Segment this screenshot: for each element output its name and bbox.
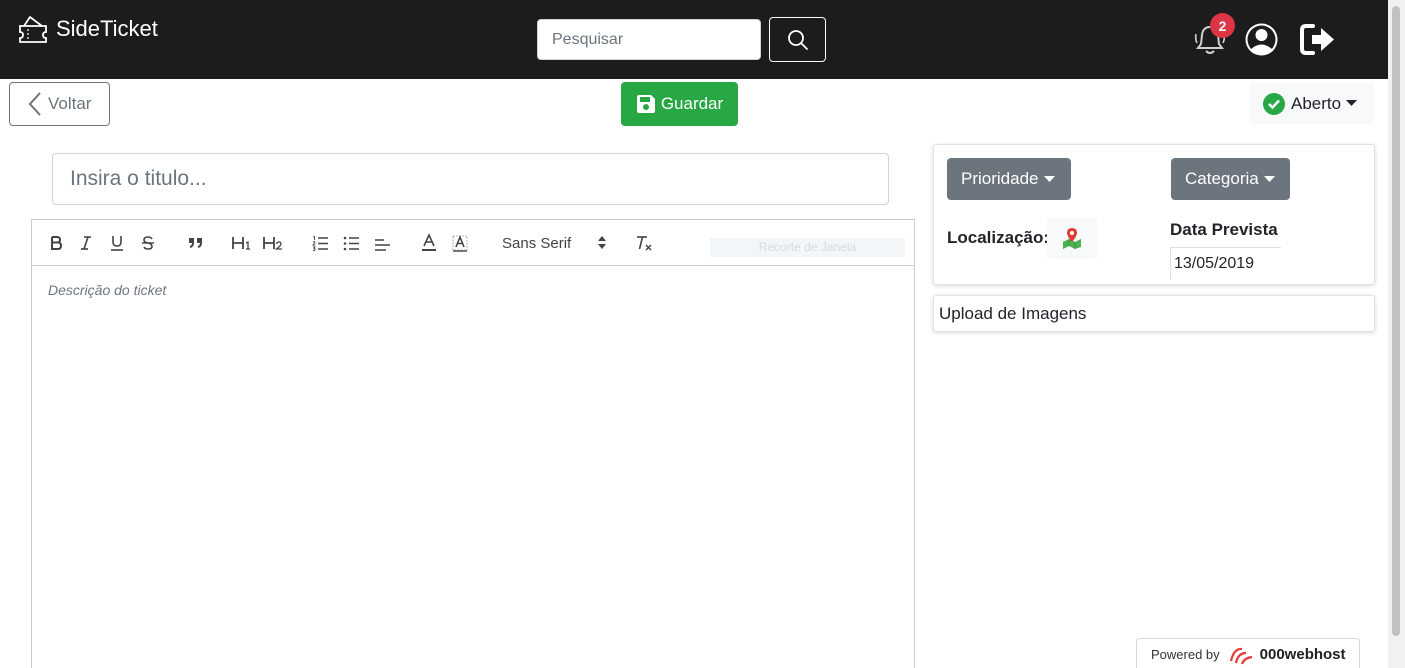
header2-button[interactable] [262, 232, 284, 254]
chevron-left-icon [28, 92, 41, 116]
sign-out-icon [1300, 24, 1334, 55]
clear-format-icon [636, 236, 651, 251]
upload-images-button[interactable]: Upload de Imagens [933, 295, 1375, 332]
priority-label: Prioridade [961, 169, 1039, 188]
bullet-list-button[interactable] [342, 232, 360, 254]
due-date-input[interactable] [1170, 247, 1281, 280]
webhost-brand: 000webhost [1259, 646, 1346, 663]
rich-text-editor: Sans Serif Recorte de Janela Descrição d… [31, 219, 915, 668]
upload-images-label: Upload de Imagens [939, 303, 1087, 323]
user-profile-button[interactable] [1244, 22, 1279, 62]
text-color-icon [422, 234, 436, 251]
powered-by-label: Powered by [1151, 647, 1220, 662]
quote-icon [188, 238, 202, 248]
text-color-button[interactable] [420, 232, 438, 254]
font-family-label: Sans Serif [502, 234, 572, 252]
background-color-button[interactable] [451, 232, 469, 254]
caret-down-icon [1346, 100, 1358, 106]
heading-2-icon [263, 237, 282, 250]
font-family-select[interactable]: Sans Serif [502, 232, 606, 254]
search-input[interactable] [537, 19, 761, 60]
page: SideTicket 2 [0, 0, 1405, 668]
scrollbar-thumb[interactable] [1392, 6, 1400, 636]
ticket-logo-icon [19, 15, 47, 43]
back-button-label: Voltar [48, 94, 92, 113]
bullet-list-icon [343, 236, 359, 250]
check-circle-icon [1263, 92, 1285, 115]
due-date-label: Data Prevista [1170, 220, 1278, 239]
select-arrows-icon [598, 236, 606, 249]
bold-icon [51, 236, 62, 250]
heading-1-icon [232, 237, 250, 250]
brand-name: SideTicket [56, 16, 158, 41]
save-button-label: Guardar [660, 94, 724, 113]
webhost-logo-icon [1229, 647, 1252, 664]
status-dropdown[interactable]: Aberto [1249, 83, 1374, 124]
editor-toolbar: Sans Serif Recorte de Janela [32, 220, 914, 266]
search-icon [787, 29, 808, 50]
italic-button[interactable] [78, 232, 94, 254]
powered-by-badge[interactable]: Powered by 000webhost [1136, 638, 1360, 668]
back-button[interactable]: Voltar [9, 82, 110, 126]
save-icon [636, 95, 655, 113]
search-button[interactable] [769, 17, 826, 62]
map-pin-icon [1063, 228, 1081, 249]
priority-dropdown[interactable]: Prioridade [947, 158, 1071, 200]
user-circle-icon [1245, 23, 1278, 56]
location-label: Localização: [947, 228, 1050, 247]
ticket-details-card: Prioridade Categoria Localização: Data P… [933, 144, 1375, 285]
align-button[interactable] [373, 232, 391, 254]
clear-format-button[interactable] [634, 232, 652, 254]
ordered-list-button[interactable] [311, 232, 329, 254]
status-label: Aberto [1291, 93, 1342, 113]
notification-badge: 2 [1210, 13, 1235, 38]
save-button[interactable]: Guardar [621, 82, 738, 126]
caret-down-icon [1263, 175, 1275, 182]
italic-icon [81, 236, 91, 250]
top-navbar: SideTicket 2 [0, 0, 1388, 79]
window-snip-overlay: Recorte de Janela [710, 238, 905, 257]
bold-button[interactable] [48, 232, 64, 254]
description-placeholder[interactable]: Descrição do ticket [48, 282, 166, 298]
strikethrough-icon [142, 236, 154, 250]
brand-logo[interactable]: SideTicket [16, 14, 158, 44]
logout-button[interactable] [1300, 23, 1336, 61]
ordered-list-icon [311, 235, 328, 251]
align-left-icon [374, 238, 390, 251]
title-input[interactable] [52, 153, 889, 205]
page-scrollbar[interactable] [1388, 0, 1405, 668]
blockquote-button[interactable] [187, 232, 203, 254]
category-dropdown[interactable]: Categoria [1171, 158, 1290, 200]
caret-down-icon [1043, 175, 1055, 182]
underline-icon [111, 236, 123, 251]
header1-button[interactable] [231, 232, 253, 254]
underline-button[interactable] [109, 232, 125, 254]
strike-button[interactable] [140, 232, 156, 254]
category-label: Categoria [1185, 169, 1259, 188]
highlight-color-icon [452, 234, 468, 252]
location-picker-button[interactable] [1047, 217, 1097, 259]
